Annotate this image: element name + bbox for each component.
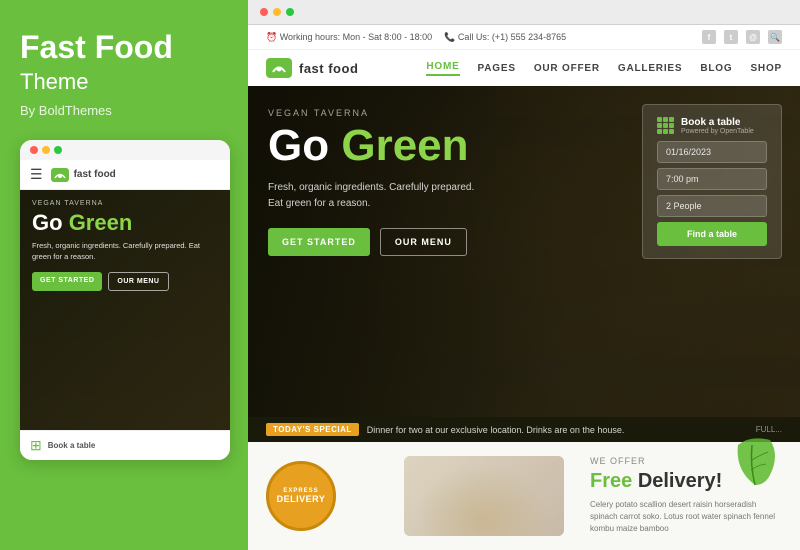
delivery-label: DELIVERY — [277, 494, 326, 504]
book-time-field[interactable]: 7:00 pm — [657, 168, 767, 190]
hero-get-started-btn[interactable]: GET STARTED — [268, 228, 370, 256]
mobile-book-text: Book a table — [48, 441, 96, 450]
mobile-green: Green — [69, 210, 133, 235]
facebook-icon[interactable]: f — [702, 30, 716, 44]
mobile-mockup: ☰ fast food VEGAN TAVERNA Go Green Fresh… — [20, 140, 230, 460]
site-topbar: ⏰ Working hours: Mon - Sat 8:00 - 18:00 … — [248, 25, 800, 50]
hero-our-menu-btn[interactable]: OUR MENU — [380, 228, 467, 256]
book-table-widget: Book a table Powered by OpenTable 01/16/… — [642, 104, 782, 259]
left-panel: Fast Food Theme By BoldThemes ☰ fast foo… — [0, 0, 248, 550]
topbar-right: f t @ 🔍 — [702, 30, 782, 44]
site-logo: fast food — [266, 58, 358, 78]
hero-green-word: Green — [341, 121, 468, 170]
book-find-btn[interactable]: Find a table — [657, 222, 767, 246]
browser-dot-red — [260, 8, 268, 16]
site-nav-links: HOME PAGES OUR OFFER GALLERIES BLOG SHOP — [426, 61, 782, 76]
book-people-field[interactable]: 2 People — [657, 195, 767, 217]
mobile-top-bar — [20, 140, 230, 160]
hero-go: Go — [268, 121, 329, 170]
mobile-vegan-tag: VEGAN TAVERNA — [32, 200, 218, 207]
nav-home[interactable]: HOME — [426, 61, 459, 76]
book-date-field[interactable]: 01/16/2023 — [657, 141, 767, 163]
working-hours: ⏰ Working hours: Mon - Sat 8:00 - 18:00 — [266, 32, 432, 43]
book-table-powered: Powered by OpenTable — [681, 128, 754, 135]
mobile-hero: VEGAN TAVERNA Go Green Fresh, organic in… — [20, 190, 230, 430]
site-navbar: fast food HOME PAGES OUR OFFER GALLERIES… — [248, 50, 800, 86]
topbar-left: ⏰ Working hours: Mon - Sat 8:00 - 18:00 … — [266, 32, 566, 43]
express-delivery-area: EXPRESS DELIVERY — [266, 456, 386, 536]
nav-pages[interactable]: PAGES — [478, 63, 516, 74]
nav-our-offer[interactable]: OUR OFFER — [534, 63, 600, 74]
mobile-hero-desc: Fresh, organic ingredients. Carefully pr… — [32, 241, 218, 262]
dot-yellow — [42, 146, 50, 154]
mobile-our-menu-btn[interactable]: OUR MENU — [108, 272, 168, 291]
nav-blog[interactable]: BLOG — [700, 63, 732, 74]
food-image — [404, 456, 564, 536]
desktop-preview: ⏰ Working hours: Mon - Sat 8:00 - 18:00 … — [248, 25, 800, 550]
twitter-icon[interactable]: t — [724, 30, 738, 44]
express-delivery-badge: EXPRESS DELIVERY — [266, 461, 336, 531]
mobile-book-icon: ⊞ — [30, 437, 42, 454]
nav-galleries[interactable]: GALLERIES — [618, 63, 682, 74]
hero-desc-line2: Eat green for a reason. — [268, 196, 532, 212]
call-us: 📞 Call Us: (+1) 555 234-8765 — [444, 32, 566, 43]
we-offer-desc: Celery potato scallion desert raisin hor… — [590, 499, 782, 535]
mobile-book-bar[interactable]: ⊞ Book a table — [20, 430, 230, 460]
special-text: Dinner for two at our exclusive location… — [367, 425, 625, 435]
we-offer-label: WE OFFER — [590, 456, 782, 466]
site-logo-icon — [266, 58, 292, 78]
hero-description: Fresh, organic ingredients. Carefully pr… — [268, 180, 532, 212]
we-offer-title: Free Delivery! — [590, 469, 782, 493]
mobile-logo-text: fast food — [74, 169, 116, 180]
mobile-logo-icon — [51, 168, 69, 182]
mobile-buttons: GET STARTED OUR MENU — [32, 272, 218, 291]
dot-red — [30, 146, 38, 154]
we-offer-section: WE OFFER Free Delivery! Celery potato sc… — [582, 456, 782, 536]
mobile-get-started-btn[interactable]: GET STARTED — [32, 272, 102, 291]
food-bg — [404, 456, 564, 536]
browser-dot-yellow — [273, 8, 281, 16]
todays-special-bar: TODAY'S SPECIAL Dinner for two at our ex… — [248, 417, 800, 442]
search-icon[interactable]: 🔍 — [768, 30, 782, 44]
we-offer-free: Free — [590, 470, 632, 492]
hero-content: VEGAN TAVERNA Go Green Fresh, organic in… — [248, 86, 552, 278]
mobile-nav: ☰ fast food — [20, 160, 230, 190]
hero-vegan-tag: VEGAN TAVERNA — [268, 108, 532, 118]
book-table-grid-icon — [657, 117, 675, 135]
hero-headline: Go Green — [268, 124, 532, 168]
we-offer-delivery: Delivery! — [638, 470, 723, 492]
special-label: TODAY'S SPECIAL — [266, 423, 359, 436]
site-hero: VEGAN TAVERNA Go Green Fresh, organic in… — [248, 86, 800, 417]
dot-green — [54, 146, 62, 154]
book-table-header: Book a table Powered by OpenTable — [657, 117, 767, 135]
nav-shop[interactable]: SHOP — [750, 63, 782, 74]
bottom-section: EXPRESS DELIVERY WE OFFER Free Delivery!… — [248, 442, 800, 550]
special-full-link[interactable]: FULL... — [756, 425, 782, 434]
hamburger-icon[interactable]: ☰ — [30, 166, 43, 183]
browser-chrome — [248, 0, 800, 25]
book-table-title: Book a table — [681, 117, 754, 128]
hero-desc-line1: Fresh, organic ingredients. Carefully pr… — [268, 180, 532, 196]
book-table-title-wrap: Book a table Powered by OpenTable — [681, 117, 754, 135]
mobile-logo: fast food — [51, 168, 116, 182]
theme-title: Fast Food — [20, 30, 228, 65]
mobile-headline: Go Green — [32, 211, 218, 235]
site-logo-text: fast food — [299, 61, 358, 76]
instagram-icon[interactable]: @ — [746, 30, 760, 44]
theme-subtitle: Theme — [20, 69, 228, 95]
hero-buttons: GET STARTED OUR MENU — [268, 228, 532, 256]
theme-author: By BoldThemes — [20, 103, 228, 118]
right-panel: ⏰ Working hours: Mon - Sat 8:00 - 18:00 … — [248, 0, 800, 550]
mobile-go: Go — [32, 210, 63, 235]
browser-dot-green — [286, 8, 294, 16]
